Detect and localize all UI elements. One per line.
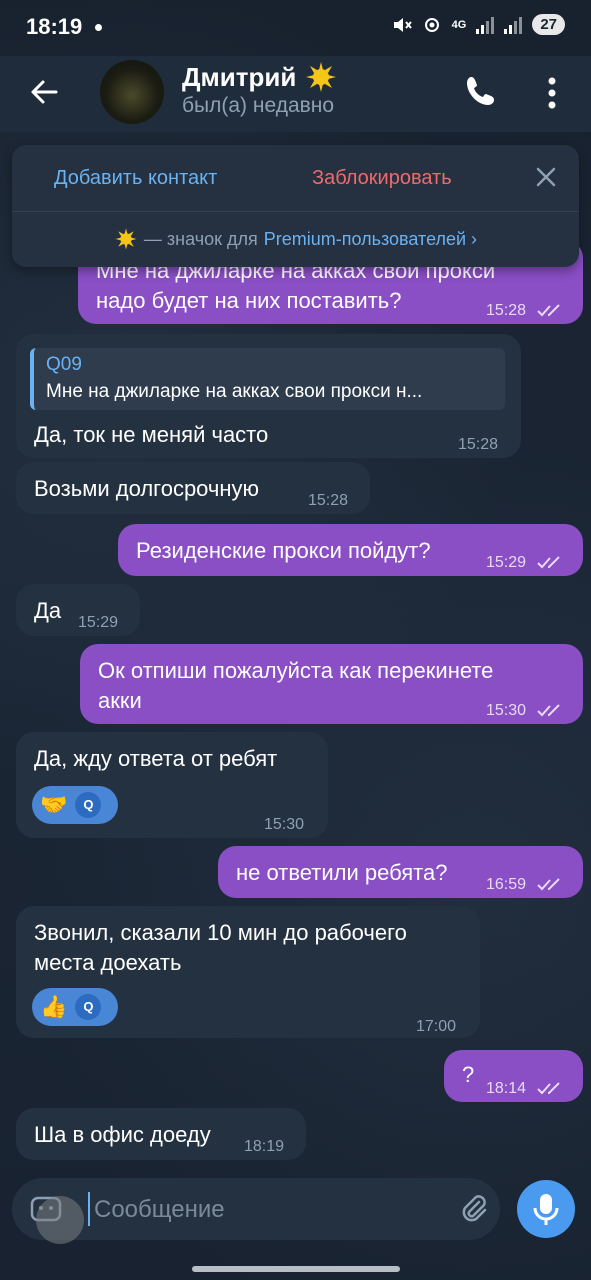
message-time: 15:28 [458, 436, 499, 453]
microphone-button[interactable] [517, 1180, 575, 1238]
message-time: 18:19 [244, 1138, 285, 1155]
time-text: 15:30 [486, 702, 527, 719]
time-text: 15:29 [486, 554, 527, 571]
floating-avatar [36, 1196, 84, 1244]
message-time: 15:30 [264, 816, 305, 833]
message-text: Да, ток не меняй часто [34, 422, 269, 447]
message-time: 15:28 [486, 296, 563, 326]
message-outgoing[interactable]: Ок отпиши пожалуйста как перекинете акки… [80, 644, 583, 724]
message-text: Да [34, 598, 62, 623]
message-incoming[interactable]: Q09 Мне на джиларке на акках свои прокси… [16, 334, 521, 458]
message-incoming[interactable]: Звонил, сказали 10 мин до рабочего места… [16, 906, 480, 1038]
message-input[interactable] [92, 1190, 396, 1230]
premium-note: — значок для Premium-пользователей › [12, 227, 579, 251]
notification-dot-icon [95, 24, 102, 31]
close-icon[interactable] [532, 163, 560, 191]
reaction-chip[interactable]: 👍 Q [32, 988, 118, 1026]
paperclip-icon[interactable] [458, 1193, 490, 1225]
home-indicator[interactable] [192, 1266, 400, 1272]
double-check-icon [536, 704, 560, 717]
microphone-icon [533, 1194, 559, 1225]
message-incoming[interactable]: Возьми долгосрочную 15:28 [16, 462, 370, 514]
chat-header: Дмитрий был(а) недавно [0, 56, 591, 132]
message-text: Резиденские прокси пойдут? [136, 538, 431, 563]
message-time: 15:28 [308, 492, 349, 509]
double-check-icon [536, 1082, 560, 1095]
status-icons: 4G 27 [392, 14, 565, 35]
message-incoming[interactable]: Да, жду ответа от ребят 🤝 Q 15:30 [16, 732, 328, 838]
signal-icon [476, 16, 495, 34]
message-composer [12, 1178, 500, 1240]
message-time: 15:30 [486, 696, 563, 726]
more-vertical-icon[interactable] [540, 76, 564, 110]
message-text-line: места доехать [34, 950, 182, 975]
premium-note-text: — значок для [143, 228, 258, 249]
message-time: 18:14 [486, 1074, 563, 1104]
contact-status: был(а) недавно [182, 94, 335, 117]
contact-name-row[interactable]: Дмитрий [182, 60, 338, 94]
message-incoming[interactable]: Да 15:29 [16, 584, 140, 636]
message-text-line: Ок отпиши пожалуйста как перекинете [98, 658, 494, 683]
message-text: не ответили ребята? [236, 860, 448, 885]
mute-icon [393, 17, 412, 32]
message-text-line: Звонил, сказали 10 мин до рабочего [34, 920, 407, 945]
block-button[interactable]: Заблокировать [312, 167, 452, 190]
network-type: 4G [451, 18, 467, 31]
double-check-icon [536, 304, 560, 317]
message-outgoing[interactable]: не ответили ребята? 16:59 [218, 846, 583, 898]
handshake-emoji-icon: 🤝 [40, 792, 68, 817]
message-text: Возьми долгосрочную [34, 476, 260, 501]
message-time: 15:29 [78, 614, 119, 631]
double-check-icon [536, 556, 560, 569]
text-cursor [88, 1192, 90, 1226]
contact-action-panel: Добавить контакт Заблокировать — значок … [12, 145, 579, 267]
back-arrow-icon[interactable] [26, 74, 62, 110]
premium-link[interactable]: Premium-пользователей › [264, 229, 477, 250]
message-time: 17:00 [416, 1018, 457, 1035]
message-text: ? [462, 1062, 475, 1087]
reaction-user-avatar: Q [75, 994, 102, 1020]
message-time: 15:29 [486, 548, 563, 578]
add-contact-button[interactable]: Добавить контакт [54, 167, 217, 190]
contact-name: Дмитрий [182, 61, 297, 92]
divider [12, 211, 579, 212]
message-outgoing[interactable]: Резиденские прокси пойдут? 15:29 [118, 524, 583, 576]
contact-avatar[interactable] [100, 60, 164, 124]
status-time: 18:19 [26, 14, 83, 39]
reply-text: Мне на джиларке на акках свои прокси н..… [46, 381, 423, 402]
thumbs-up-emoji-icon: 👍 [40, 994, 68, 1019]
status-bar: 18:19 4G 27 [0, 0, 591, 56]
time-text: 16:59 [486, 876, 527, 893]
message-incoming[interactable]: Ша в офис доеду 18:19 [16, 1108, 306, 1160]
reaction-chip[interactable]: 🤝 Q [32, 786, 118, 824]
message-outgoing[interactable]: ? 18:14 [444, 1050, 583, 1102]
reply-quote[interactable]: Q09 Мне на джиларке на акках свои прокси… [30, 348, 505, 410]
time-text: 18:14 [486, 1080, 527, 1097]
message-text: Ша в офис доеду [34, 1122, 211, 1147]
signal-2-icon [504, 16, 523, 34]
phone-icon[interactable] [462, 72, 500, 110]
double-check-icon [536, 878, 560, 891]
premium-star-icon[interactable] [304, 60, 338, 94]
battery-level: 27 [532, 14, 565, 35]
reaction-user-avatar: Q [75, 792, 102, 818]
reply-author: Q09 [46, 354, 82, 375]
hotspot-icon [424, 17, 439, 32]
message-time: 16:59 [486, 870, 563, 900]
premium-star-icon [115, 228, 137, 250]
message-text: Да, жду ответа от ребят [34, 746, 278, 771]
time-text: 15:28 [486, 302, 527, 319]
